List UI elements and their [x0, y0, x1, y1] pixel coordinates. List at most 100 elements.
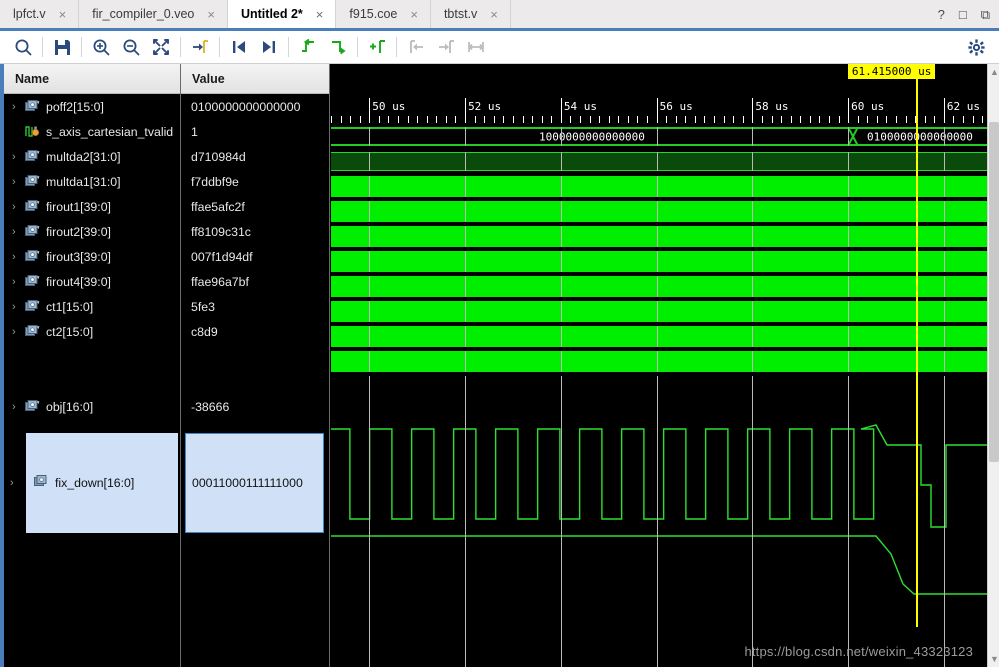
tab-untitled-2[interactable]: Untitled 2* × — [227, 0, 337, 28]
signal-value-ct1150[interactable]: 5fe3 — [181, 294, 329, 319]
major-tick — [656, 98, 658, 123]
tab-fir-compiler-0-veo[interactable]: fir_compiler_0.veo × — [79, 0, 228, 28]
signal-value-s_axis_cartesian_tvalid[interactable]: 1 — [181, 119, 329, 144]
signal-row-firout4390[interactable]: › firout4[39:0] — [4, 269, 180, 294]
signal-value-label: c8d9 — [191, 324, 218, 339]
waveform-canvas[interactable]: 50 us 52 us 54 us 56 us 58 us 60 us 62 us 1000… — [331, 64, 987, 667]
zoom-out-icon[interactable] — [116, 34, 146, 60]
signal-row-firout1390[interactable]: › firout1[39:0] — [4, 194, 180, 219]
signal-row-ct2150[interactable]: › ct2[15:0] — [4, 319, 180, 344]
goto-time-icon[interactable] — [185, 34, 215, 60]
tab-bar: lpfct.v × fir_compiler_0.veo × Untitled … — [0, 0, 999, 31]
signal-value-multda1310[interactable]: f7ddbf9e — [181, 169, 329, 194]
grid-line — [369, 152, 371, 171]
minor-tick — [714, 116, 716, 123]
signal-name-label: s_axis_cartesian_tvalid — [46, 124, 174, 139]
logic-signal-icon — [25, 126, 40, 137]
zoom-in-icon[interactable] — [86, 34, 116, 60]
signal-row-poff2150[interactable]: › poff2[15:0] — [4, 94, 180, 119]
signal-value-multda2310[interactable]: d710984d — [181, 144, 329, 169]
minor-tick — [493, 116, 495, 123]
signal-row-s_axis_cartesian_tvalid[interactable]: s_axis_cartesian_tvalid — [4, 119, 180, 144]
bus-value-label: 1000000000000000 — [538, 130, 645, 143]
signal-row-firout3390[interactable]: › firout3[39:0] — [4, 244, 180, 269]
expand-chevron-icon[interactable]: › — [12, 401, 25, 413]
signal-row-obj160[interactable]: › obj[16:0] — [4, 394, 180, 419]
signal-value-label: 00011000111111000 — [192, 476, 303, 490]
expand-chevron-icon[interactable]: › — [12, 251, 25, 263]
grid-line — [848, 251, 850, 272]
expand-chevron-icon[interactable]: › — [12, 201, 25, 213]
zoom-fit-icon[interactable] — [146, 34, 176, 60]
signal-value-poff2150[interactable]: 0100000000000000 — [181, 94, 329, 119]
toolbar-separator — [180, 37, 181, 57]
previous-transition-icon[interactable] — [224, 34, 254, 60]
expand-chevron-icon[interactable]: › — [12, 226, 25, 238]
tab-label: lpfct.v — [13, 7, 46, 21]
move-right-icon[interactable] — [431, 34, 461, 60]
signal-value-firout1390[interactable]: ffae5afc2f — [181, 194, 329, 219]
scrollbar-thumb[interactable] — [989, 122, 999, 462]
expand-chevron-icon[interactable]: › — [12, 301, 25, 313]
grid-line — [848, 226, 850, 247]
save-icon[interactable] — [47, 34, 77, 60]
grid-line — [465, 526, 467, 667]
maximize-icon[interactable]: □ — [959, 8, 967, 21]
signal-row-firout2390[interactable]: › firout2[39:0] — [4, 219, 180, 244]
expand-chevron-icon[interactable]: › — [12, 176, 25, 188]
expand-chevron-icon[interactable]: › — [12, 101, 25, 113]
gear-icon[interactable] — [961, 34, 991, 60]
expand-chevron-icon[interactable]: › — [12, 276, 25, 288]
signal-row-fix_down[interactable]: › fix_down[16:0] — [10, 433, 178, 533]
signal-value-obj160[interactable]: -38666 — [181, 394, 329, 419]
grid-line — [752, 152, 754, 171]
search-icon[interactable] — [8, 34, 38, 60]
time-cursor[interactable] — [915, 64, 918, 627]
grid-line — [560, 526, 562, 667]
vertical-scrollbar[interactable]: ▲ ▼ — [987, 64, 999, 667]
tab-lpfct-v[interactable]: lpfct.v × — [0, 0, 80, 28]
previous-marker-icon[interactable] — [293, 34, 323, 60]
expand-chevron-icon[interactable]: › — [12, 151, 25, 163]
next-transition-icon[interactable] — [254, 34, 284, 60]
grid-line — [465, 127, 467, 146]
minor-tick — [694, 116, 696, 123]
next-marker-icon[interactable] — [323, 34, 353, 60]
measure-icon[interactable] — [461, 34, 491, 60]
signal-row-ct1150[interactable]: › ct1[15:0] — [4, 294, 180, 319]
tab-close-icon[interactable]: × — [487, 7, 501, 22]
name-panel: Name › poff2[15:0] s_axis_cartesian_tvalid… — [4, 64, 180, 667]
value-wave-splitter[interactable] — [329, 64, 330, 667]
tab-tbtst-v[interactable]: tbtst.v × — [430, 0, 511, 28]
scroll-up-arrow[interactable]: ▲ — [990, 67, 999, 77]
minor-tick — [963, 116, 965, 123]
signal-row-multda1310[interactable]: › multda1[31:0] — [4, 169, 180, 194]
scroll-down-arrow[interactable]: ▼ — [990, 654, 999, 664]
expand-chevron-icon[interactable]: › — [10, 477, 23, 489]
signal-value-firout3390[interactable]: 007f1d94df — [181, 244, 329, 269]
toolbar-separator — [42, 37, 43, 57]
grid-line — [369, 226, 371, 247]
grid-line — [465, 301, 467, 322]
signal-value-firout4390[interactable]: ffae96a7bf — [181, 269, 329, 294]
float-window-icon[interactable]: ⧉ — [981, 8, 990, 21]
value-column-header[interactable]: Value — [181, 64, 329, 94]
add-marker-icon[interactable] — [362, 34, 392, 60]
grid-line — [848, 376, 850, 424]
grid-line — [369, 376, 371, 424]
tab-close-icon[interactable]: × — [56, 7, 70, 22]
tab-f915-coe[interactable]: f915.coe × — [336, 0, 431, 28]
move-left-icon[interactable] — [401, 34, 431, 60]
expand-chevron-icon[interactable]: › — [12, 326, 25, 338]
signal-row-multda2310[interactable]: › multda2[31:0] — [4, 144, 180, 169]
signal-value-ct2150[interactable]: c8d9 — [181, 319, 329, 344]
tab-close-icon[interactable]: × — [407, 7, 421, 22]
minor-tick — [512, 116, 514, 123]
signal-value-firout2390[interactable]: ff8109c31c — [181, 219, 329, 244]
help-icon[interactable]: ? — [938, 8, 945, 21]
signal-value-fix_down[interactable]: 00011000111111000 — [185, 433, 324, 533]
tab-close-icon[interactable]: × — [313, 7, 327, 22]
grid-line — [752, 301, 754, 322]
name-column-header[interactable]: Name — [4, 64, 180, 94]
tab-close-icon[interactable]: × — [204, 7, 218, 22]
